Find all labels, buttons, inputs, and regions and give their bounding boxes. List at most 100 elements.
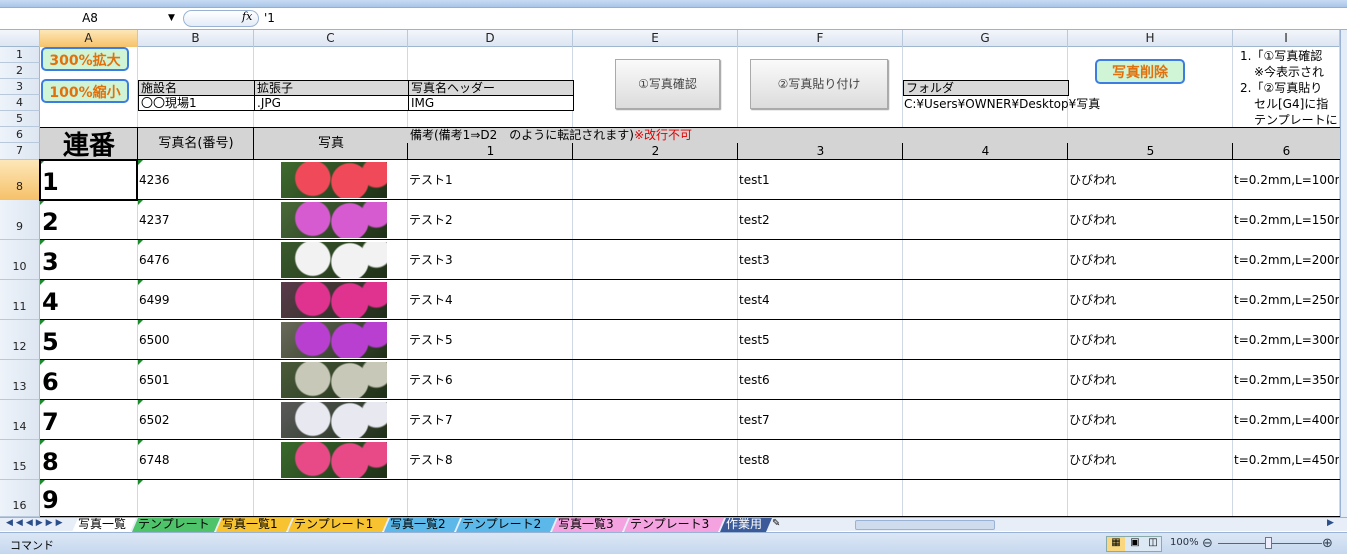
sheet-tab[interactable]: 写真一覧3 — [552, 518, 628, 532]
column-header-I[interactable]: I — [1233, 30, 1340, 47]
sheet-tab[interactable]: テンプレート — [132, 518, 220, 532]
facility-value[interactable]: 〇〇現場1 — [138, 95, 255, 111]
serial-cell[interactable]: 2 — [42, 200, 59, 240]
remark-3-cell[interactable]: test6 — [739, 360, 902, 400]
column-header-A[interactable]: A — [40, 30, 138, 47]
vertical-scrollbar[interactable] — [1340, 30, 1347, 517]
remark-6-cell[interactable]: t=0.2mm,L=100mm — [1234, 160, 1339, 200]
sheet-tab[interactable]: テンプレート2 — [456, 518, 556, 532]
remark-3-cell[interactable]: test8 — [739, 440, 902, 480]
row-header-4[interactable]: 4 — [0, 95, 40, 111]
photo-name-cell[interactable]: 6476 — [139, 240, 253, 280]
photo-name-cell[interactable]: 6499 — [139, 280, 253, 320]
remark-5-cell[interactable]: ひびわれ — [1069, 320, 1232, 360]
serial-cell[interactable]: 4 — [42, 280, 59, 320]
view-buttons[interactable]: ▦ ▣ ◫ — [1106, 536, 1162, 552]
row-header-13[interactable]: 13 — [0, 360, 40, 400]
remark-3-cell[interactable]: test3 — [739, 240, 902, 280]
row-header-3[interactable]: 3 — [0, 79, 40, 95]
photo-name-cell[interactable]: 4237 — [139, 200, 253, 240]
sheet-tab[interactable]: 写真一覧1 — [216, 518, 292, 532]
sheet-tab[interactable]: 写真一覧2 — [384, 518, 460, 532]
formula-input[interactable]: '1 — [264, 11, 275, 25]
photo-thumbnail[interactable] — [281, 362, 387, 398]
sheet-tab[interactable]: 写真一覧 — [72, 518, 136, 532]
delete-photos-button[interactable]: 写真削除 — [1095, 59, 1185, 84]
tab-nav-arrows-icon[interactable]: ◀◀◀▶▶▶ — [6, 518, 66, 528]
serial-cell[interactable]: 7 — [42, 400, 59, 440]
remark-5-cell[interactable]: ひびわれ — [1069, 240, 1232, 280]
normal-view-icon[interactable]: ▦ — [1107, 537, 1125, 551]
remark-3-cell[interactable]: test5 — [739, 320, 902, 360]
serial-cell[interactable]: 8 — [42, 440, 59, 480]
row-header-1[interactable]: 1 — [0, 47, 40, 63]
new-sheet-icon[interactable]: ✎ — [772, 518, 780, 529]
page-layout-icon[interactable]: ▣ — [1126, 537, 1144, 551]
photo-thumbnail[interactable] — [281, 442, 387, 478]
remark-1-cell[interactable]: テスト6 — [409, 360, 572, 400]
chevron-down-icon[interactable]: ▼ — [168, 8, 175, 28]
zoom-in-icon[interactable]: ⊕ — [1322, 536, 1333, 551]
photo-name-cell[interactable]: 6501 — [139, 360, 253, 400]
row-header-16[interactable]: 16 — [0, 480, 40, 517]
select-all-corner[interactable] — [0, 30, 40, 47]
remark-5-cell[interactable]: ひびわれ — [1069, 360, 1232, 400]
name-box[interactable]: A8 — [0, 8, 180, 28]
header-value[interactable]: IMG — [408, 95, 574, 111]
scroll-right-icon[interactable]: ▶ — [1327, 518, 1334, 528]
column-header-E[interactable]: E — [573, 30, 738, 47]
zoom-slider-thumb[interactable] — [1265, 537, 1272, 549]
folder-value[interactable]: C:¥Users¥OWNER¥Desktop¥写真 — [904, 96, 1164, 112]
paste-photos-button[interactable]: ②写真貼り付け — [750, 59, 888, 109]
photo-name-cell[interactable]: 6748 — [139, 440, 253, 480]
extension-value[interactable]: .JPG — [254, 95, 409, 111]
zoom-level[interactable]: 100% — [1170, 537, 1199, 548]
zoom-300-button[interactable]: 300%拡大 — [41, 47, 129, 71]
row-header-12[interactable]: 12 — [0, 320, 40, 360]
zoom-100-button[interactable]: 100%縮小 — [41, 79, 129, 103]
photo-name-cell[interactable]: 6500 — [139, 320, 253, 360]
zoom-out-icon[interactable]: ⊖ — [1202, 536, 1213, 551]
remark-6-cell[interactable]: t=0.2mm,L=200mm — [1234, 240, 1339, 280]
photo-thumbnail[interactable] — [281, 282, 387, 318]
photo-name-cell[interactable]: 6502 — [139, 400, 253, 440]
row-header-8[interactable]: 8 — [0, 160, 40, 200]
row-header-11[interactable]: 11 — [0, 280, 40, 320]
column-header-B[interactable]: B — [138, 30, 254, 47]
row-header-15[interactable]: 15 — [0, 440, 40, 480]
column-header-F[interactable]: F — [738, 30, 903, 47]
remark-1-cell[interactable]: テスト2 — [409, 200, 572, 240]
sheet-tab[interactable]: テンプレート3 — [624, 518, 724, 532]
serial-cell[interactable]: 5 — [42, 320, 59, 360]
remark-5-cell[interactable]: ひびわれ — [1069, 280, 1232, 320]
remark-1-cell[interactable]: テスト4 — [409, 280, 572, 320]
remark-6-cell[interactable]: t=0.2mm,L=300mm — [1234, 320, 1339, 360]
horizontal-scrollbar[interactable] — [855, 520, 995, 530]
serial-cell[interactable]: 3 — [42, 240, 59, 280]
row-header-9[interactable]: 9 — [0, 200, 40, 240]
photo-thumbnail[interactable] — [281, 202, 387, 238]
remark-1-cell[interactable]: テスト8 — [409, 440, 572, 480]
column-header-G[interactable]: G — [903, 30, 1068, 47]
sheet-tab[interactable]: 作業用 — [720, 518, 772, 532]
remark-5-cell[interactable]: ひびわれ — [1069, 440, 1232, 480]
remark-5-cell[interactable]: ひびわれ — [1069, 160, 1232, 200]
row-header-7[interactable]: 7 — [0, 143, 40, 160]
photo-thumbnail[interactable] — [281, 162, 387, 198]
remark-1-cell[interactable]: テスト5 — [409, 320, 572, 360]
row-header-5[interactable]: 5 — [0, 111, 40, 127]
row-header-14[interactable]: 14 — [0, 400, 40, 440]
page-break-icon[interactable]: ◫ — [1144, 537, 1162, 551]
remark-6-cell[interactable]: t=0.2mm,L=450mm — [1234, 440, 1339, 480]
photo-name-cell[interactable]: 4236 — [139, 160, 253, 200]
remark-3-cell[interactable]: test2 — [739, 200, 902, 240]
remark-1-cell[interactable]: テスト7 — [409, 400, 572, 440]
remark-6-cell[interactable]: t=0.2mm,L=400mm — [1234, 400, 1339, 440]
sheet-tab[interactable]: テンプレート1 — [288, 518, 388, 532]
photo-thumbnail[interactable] — [281, 242, 387, 278]
remark-5-cell[interactable]: ひびわれ — [1069, 200, 1232, 240]
column-header-C[interactable]: C — [254, 30, 408, 47]
check-photos-button[interactable]: ①写真確認 — [615, 59, 720, 109]
row-header-10[interactable]: 10 — [0, 240, 40, 280]
column-header-H[interactable]: H — [1068, 30, 1233, 47]
